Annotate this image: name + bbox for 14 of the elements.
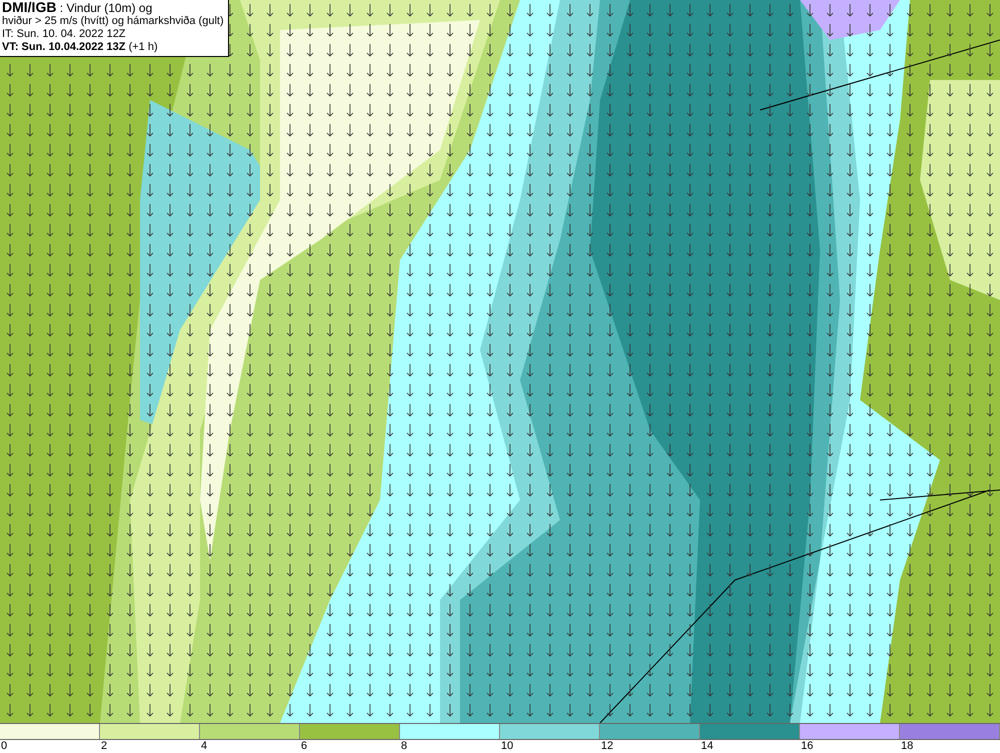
info-text: VT: Sun. 10.04.2022 13Z (+1 h) bbox=[2, 41, 159, 54]
legend-tick-label: 12 bbox=[601, 740, 614, 752]
legend-tick-label: 16 bbox=[801, 740, 814, 752]
legend-tick-label: 18 bbox=[901, 740, 914, 752]
info-text: DMI/IGB : Vindur (10m) og bbox=[2, 1, 154, 15]
legend-tick-label: 14 bbox=[701, 740, 714, 752]
legend-tick-label: 0 bbox=[1, 740, 8, 752]
legend-tick-label: 4 bbox=[201, 740, 208, 752]
legend-tick-label: 10 bbox=[501, 740, 514, 752]
legend-tick-label: 6 bbox=[301, 740, 308, 752]
info-text: hviður > 25 m/s (hvítt) og hámarkshviða (gult) bbox=[2, 15, 224, 28]
legend-tick-label: 2 bbox=[101, 740, 108, 752]
info-text: IT: Sun. 10. 04. 2022 12Z bbox=[2, 28, 127, 41]
legend-tick-label: 8 bbox=[401, 740, 408, 752]
